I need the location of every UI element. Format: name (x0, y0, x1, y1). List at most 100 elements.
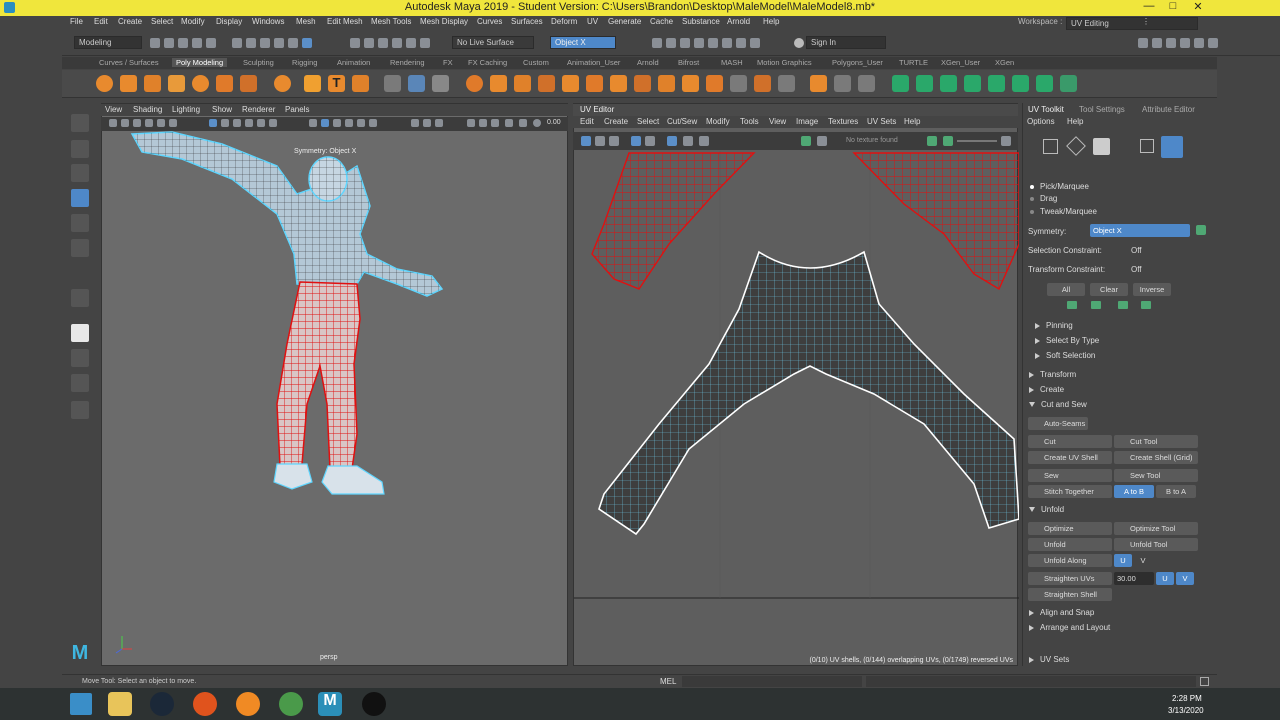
pinning-section[interactable]: Pinning (1035, 321, 1073, 330)
film-gate-icon[interactable] (221, 119, 229, 127)
poly-cylinder-icon[interactable] (144, 75, 161, 92)
uv-shaded-icon[interactable] (595, 136, 605, 146)
grease-pencil-icon[interactable] (169, 119, 177, 127)
toolkit-menu-help[interactable]: Help (1067, 117, 1083, 126)
pick-marquee-radio[interactable] (1030, 185, 1034, 189)
extrude-icon[interactable] (586, 75, 603, 92)
transform-section[interactable]: Transform (1029, 370, 1076, 379)
firefox-icon[interactable] (236, 692, 260, 716)
platonic-solid-icon[interactable] (274, 75, 291, 92)
lights-icon[interactable] (357, 119, 365, 127)
straighten-uvs-button[interactable]: Straighten UVs (1028, 572, 1112, 585)
uv-dim-image-icon[interactable] (683, 136, 693, 146)
object-mode-cube-icon[interactable] (1093, 138, 1110, 155)
menu-surfaces[interactable]: Surfaces (511, 17, 543, 26)
magnet-icon[interactable] (420, 38, 430, 48)
smooth-icon[interactable] (538, 75, 555, 92)
shelf-tab-mash[interactable]: MASH (721, 58, 743, 67)
menu-mesh-tools[interactable]: Mesh Tools (371, 17, 411, 26)
outliner-layout-icon[interactable] (71, 401, 89, 419)
combine-icon[interactable] (466, 75, 483, 92)
a-to-b-button[interactable]: A to B (1114, 485, 1154, 498)
straighten-u-button[interactable]: U (1156, 572, 1174, 585)
textured-icon[interactable] (345, 119, 353, 127)
render-settings-icon[interactable] (694, 38, 704, 48)
viewport-settings-icon[interactable] (533, 119, 541, 127)
create-shell-grid-button[interactable]: Create Shell (Grid) (1114, 451, 1198, 464)
select-shell-icon[interactable] (1091, 301, 1101, 309)
select-vertex-icon[interactable] (274, 38, 284, 48)
shelf-tab-polygons-user[interactable]: Polygons_User (832, 58, 883, 67)
select-by-type-section[interactable]: Select By Type (1035, 336, 1099, 345)
clear-selection-button[interactable]: Clear (1090, 283, 1128, 296)
menu-mesh-display[interactable]: Mesh Display (420, 17, 468, 26)
exposure-value[interactable]: 0.00 (547, 119, 561, 126)
uv-grid-icon[interactable] (581, 136, 591, 146)
rotate-tool-icon[interactable] (71, 214, 89, 232)
ipr-render-icon[interactable] (680, 38, 690, 48)
straighten-angle-field[interactable]: 30.00 (1114, 572, 1154, 585)
four-view-layout-icon[interactable] (71, 349, 89, 367)
shelf-tab-xgen[interactable]: XGen (995, 58, 1014, 67)
stitch-together-button[interactable]: Stitch Together (1028, 485, 1112, 498)
menu-windows[interactable]: Windows (252, 17, 284, 26)
symmetry-object-field[interactable]: Object X (550, 36, 616, 49)
uv-exposure-slider[interactable] (957, 140, 997, 142)
history-icon[interactable] (432, 75, 449, 92)
viewport-menu-panels[interactable]: Panels (285, 105, 309, 114)
menu-file[interactable]: File (70, 17, 83, 26)
steam-icon[interactable] (150, 692, 174, 716)
xray-joints-icon[interactable] (435, 119, 443, 127)
menu-substance[interactable]: Substance (682, 17, 720, 26)
shelf-tab-poly-modeling[interactable]: Poly Modeling (172, 58, 228, 67)
select-shell-border-icon[interactable] (1067, 301, 1077, 309)
workspace-dropdown[interactable]: UV Editing (1066, 17, 1198, 30)
select-hierarchy-icon[interactable] (232, 38, 242, 48)
uv-pixel-snap-icon[interactable] (667, 136, 677, 146)
menu-deform[interactable]: Deform (551, 17, 577, 26)
tab-tool-settings[interactable]: Tool Settings (1079, 105, 1125, 114)
bevel-icon[interactable] (634, 75, 651, 92)
field-chart-icon[interactable] (257, 119, 265, 127)
channel-box-icon[interactable] (1180, 38, 1190, 48)
uv-menu-edit[interactable]: Edit (580, 117, 594, 126)
align-and-snap-section[interactable]: Align and Snap (1029, 608, 1094, 617)
cut-button[interactable]: Cut (1028, 435, 1112, 448)
transform-constraint-dropdown[interactable]: Off (1131, 265, 1142, 274)
viewport-menu-lighting[interactable]: Lighting (172, 105, 200, 114)
tweak-marquee-radio[interactable] (1030, 210, 1034, 214)
drag-label[interactable]: Drag (1040, 194, 1057, 203)
shelf-tab-rendering[interactable]: Rendering (390, 58, 425, 67)
soft-selection-section[interactable]: Soft Selection (1035, 351, 1095, 360)
symmetry-dropdown[interactable]: Object X (1090, 224, 1190, 237)
uv-menu-uv-sets[interactable]: UV Sets (867, 117, 896, 126)
gamma-icon[interactable] (479, 119, 487, 127)
menu-modify[interactable]: Modify (181, 17, 205, 26)
origin-icon[interactable] (193, 692, 217, 716)
arnold-render-icon[interactable] (722, 38, 732, 48)
pause-render-icon[interactable] (736, 38, 746, 48)
uv-exposure-icon[interactable] (927, 136, 937, 146)
target-weld-icon[interactable] (754, 75, 771, 92)
poly-torus-icon[interactable] (192, 75, 209, 92)
svg-tool-icon[interactable] (352, 75, 369, 92)
bookmark-icon[interactable] (133, 119, 141, 127)
straighten-v-button[interactable]: V (1176, 572, 1194, 585)
paint-select-icon[interactable] (71, 164, 89, 182)
view-transform-icon[interactable] (505, 119, 513, 127)
uv-shell-right-sleeve[interactable] (852, 152, 1019, 291)
uv-menu-textures[interactable]: Textures (828, 117, 858, 126)
user-account-icon[interactable] (794, 38, 804, 48)
outliner-icon[interactable] (1194, 38, 1204, 48)
uv-menu-tools[interactable]: Tools (740, 117, 759, 126)
separate-icon[interactable] (490, 75, 507, 92)
two-view-layout-icon[interactable] (71, 374, 89, 392)
menu-display[interactable]: Display (216, 17, 242, 26)
uv-distortion-icon[interactable] (609, 136, 619, 146)
menu-select[interactable]: Select (151, 17, 173, 26)
grid-toggle-icon[interactable] (209, 119, 217, 127)
color-management-icon[interactable] (491, 119, 499, 127)
b-to-a-button[interactable]: B to A (1156, 485, 1196, 498)
single-view-layout-icon[interactable] (71, 324, 89, 342)
perspective-viewport[interactable]: Symmetry: Object X persp (101, 103, 568, 666)
